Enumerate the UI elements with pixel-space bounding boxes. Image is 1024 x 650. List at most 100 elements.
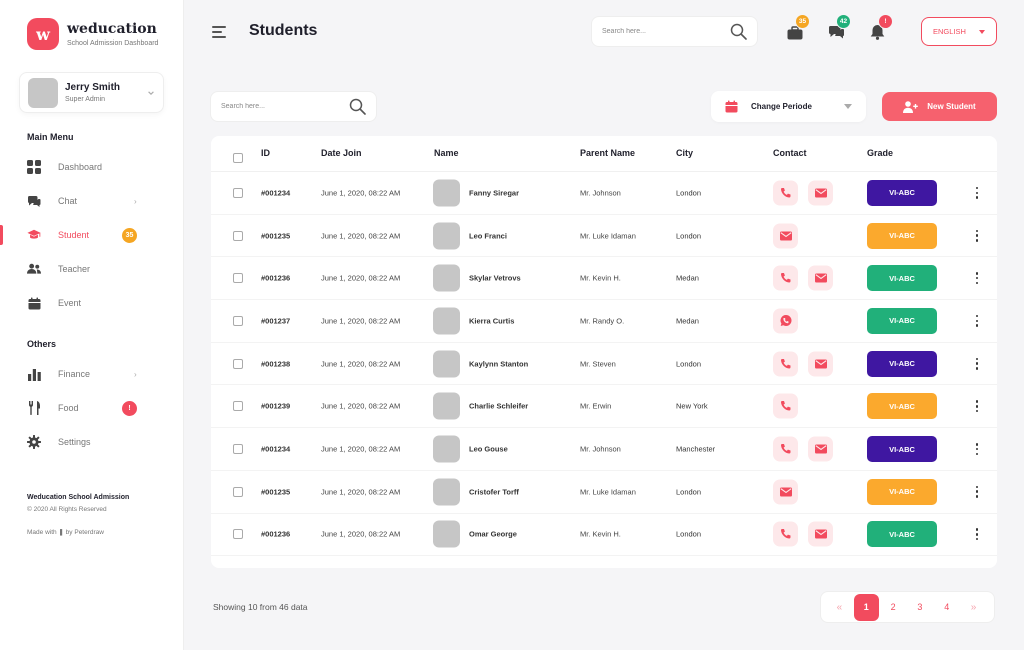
contact-whatsapp-button[interactable] [773, 308, 798, 334]
city: London [676, 188, 702, 198]
date-join: June 1, 2020, 08:22 AM [321, 529, 401, 539]
student-name[interactable]: Leo Franci [469, 231, 507, 240]
header-city[interactable]: City [676, 148, 693, 158]
contact-phone-button[interactable] [773, 180, 798, 206]
more-options-icon[interactable] [973, 357, 981, 370]
row-checkbox[interactable] [233, 315, 243, 326]
briefcase-button[interactable]: 35 [787, 14, 810, 40]
page-4-button[interactable]: 4 [934, 594, 959, 621]
brand[interactable]: w weducation School Admission Dashboard [27, 18, 158, 50]
more-options-icon[interactable] [973, 400, 981, 413]
table-row[interactable]: #001239 June 1, 2020, 08:22 AM Charlie Sch… [211, 386, 997, 429]
more-options-icon[interactable] [973, 485, 981, 498]
table-row[interactable]: #001235 June 1, 2020, 08:22 AM Cristofer T… [211, 471, 997, 514]
header-contact[interactable]: Contact [773, 148, 807, 158]
row-checkbox[interactable] [233, 358, 243, 369]
language-select[interactable]: ENGLISH [921, 17, 997, 46]
contact-mail-button[interactable] [808, 265, 833, 291]
page-2-button[interactable]: 2 [881, 594, 906, 621]
table-row[interactable]: #001237 June 1, 2020, 08:22 AM Kierra Curt… [211, 300, 997, 343]
row-checkbox[interactable] [233, 187, 243, 198]
student-name[interactable]: Omar George [469, 530, 517, 539]
city: London [676, 359, 702, 369]
table-row[interactable]: #001234 June 1, 2020, 08:22 AM Leo Gouse Mr… [211, 428, 997, 471]
row-checkbox[interactable] [233, 401, 243, 412]
prev-page-button[interactable]: « [827, 594, 852, 621]
pagination: « 1 2 3 4 » [820, 591, 995, 623]
sidebar-item-teacher[interactable]: Teacher [0, 252, 184, 286]
table-row[interactable]: #001238 June 1, 2020, 08:22 AM Kaylynn Sta… [211, 343, 997, 386]
row-checkbox[interactable] [233, 529, 243, 540]
student-name[interactable]: Kierra Curtis [469, 316, 514, 325]
sidebar-item-event[interactable]: Event [0, 286, 184, 320]
row-checkbox[interactable] [233, 230, 243, 241]
contact-phone-button[interactable] [773, 265, 798, 291]
phone-icon [780, 529, 791, 539]
more-options-icon[interactable] [973, 443, 981, 456]
student-id: #001235 [261, 231, 291, 241]
table-row[interactable]: #001236 June 1, 2020, 08:22 AM Omar George… [211, 514, 997, 557]
student-name[interactable]: Cristofer Torff [469, 487, 519, 496]
header-id[interactable]: ID [261, 148, 270, 158]
date-join: June 1, 2020, 08:22 AM [321, 444, 401, 454]
student-id: #001234 [261, 444, 291, 454]
table-row[interactable]: #001236 June 1, 2020, 08:22 AM Skylar Vetr… [211, 257, 997, 301]
header-date-join[interactable]: Date Join [321, 148, 362, 158]
grade-badge: VI-ABC [867, 478, 937, 505]
more-options-icon[interactable] [973, 528, 981, 541]
more-options-icon[interactable] [973, 186, 981, 199]
more-options-icon[interactable] [973, 229, 981, 242]
contact-phone-button[interactable] [773, 521, 798, 547]
sidebar-item-chat[interactable]: Chat › [0, 184, 184, 218]
sidebar-item-food[interactable]: Food ! [0, 391, 184, 425]
student-name[interactable]: Kaylynn Stanton [469, 359, 528, 368]
student-search-input[interactable] [221, 103, 349, 110]
main-menu-title: Main Menu [27, 132, 74, 142]
contact-mail-button[interactable] [808, 180, 833, 206]
sidebar-item-dashboard[interactable]: Dashboard [0, 150, 184, 184]
student-name[interactable]: Leo Gouse [469, 445, 508, 454]
more-options-icon[interactable] [973, 314, 981, 327]
header-search-input[interactable] [602, 28, 730, 35]
select-all-checkbox[interactable] [233, 153, 243, 163]
header-grade[interactable]: Grade [867, 148, 893, 158]
parent-name: Mr. Luke Idaman [580, 487, 636, 497]
menu-toggle-button[interactable] [212, 26, 226, 38]
change-period-dropdown[interactable]: Change Periode [711, 91, 866, 122]
header-name[interactable]: Name [434, 148, 459, 158]
sidebar-item-finance[interactable]: Finance › [0, 357, 184, 391]
search-icon[interactable] [349, 98, 366, 115]
row-checkbox[interactable] [233, 444, 243, 455]
table-row[interactable]: #001235 June 1, 2020, 08:22 AM Leo Franci M… [211, 215, 997, 258]
new-student-button[interactable]: New Student [882, 92, 997, 121]
contact-mail-button[interactable] [808, 436, 833, 462]
messages-button[interactable]: 42 [828, 14, 851, 40]
row-checkbox[interactable] [233, 486, 243, 497]
notifications-button[interactable]: ! [870, 14, 893, 40]
profile-dropdown[interactable]: Jerry Smith Super Admin [19, 72, 164, 113]
contact-phone-button[interactable] [773, 393, 798, 419]
row-checkbox[interactable] [233, 273, 243, 284]
student-name[interactable]: Skylar Vetrovs [469, 274, 521, 283]
next-page-button[interactable]: » [961, 594, 986, 621]
contact-mail-button[interactable] [773, 479, 798, 505]
student-name[interactable]: Charlie Schleifer [469, 402, 528, 411]
sidebar-item-student[interactable]: Student 35 [0, 218, 184, 252]
page-3-button[interactable]: 3 [907, 594, 932, 621]
contact-phone-button[interactable] [773, 436, 798, 462]
sidebar-item-settings[interactable]: Settings [0, 425, 184, 459]
profile-role: Super Admin [65, 96, 106, 103]
header-parent-name[interactable]: Parent Name [580, 148, 635, 158]
student-id: #001236 [261, 273, 291, 283]
more-options-icon[interactable] [973, 272, 981, 285]
search-icon[interactable] [730, 23, 747, 40]
contact-phone-button[interactable] [773, 351, 798, 377]
contact-mail-button[interactable] [773, 223, 798, 249]
date-join: June 1, 2020, 08:22 AM [321, 487, 401, 497]
chevron-right-icon: › [134, 196, 137, 206]
page-1-button[interactable]: 1 [853, 593, 879, 621]
student-name[interactable]: Fanny Siregar [469, 188, 519, 197]
table-row[interactable]: #001234 June 1, 2020, 08:22 AM Fanny Sireg… [211, 172, 997, 215]
contact-mail-button[interactable] [808, 351, 833, 377]
contact-mail-button[interactable] [808, 521, 833, 547]
